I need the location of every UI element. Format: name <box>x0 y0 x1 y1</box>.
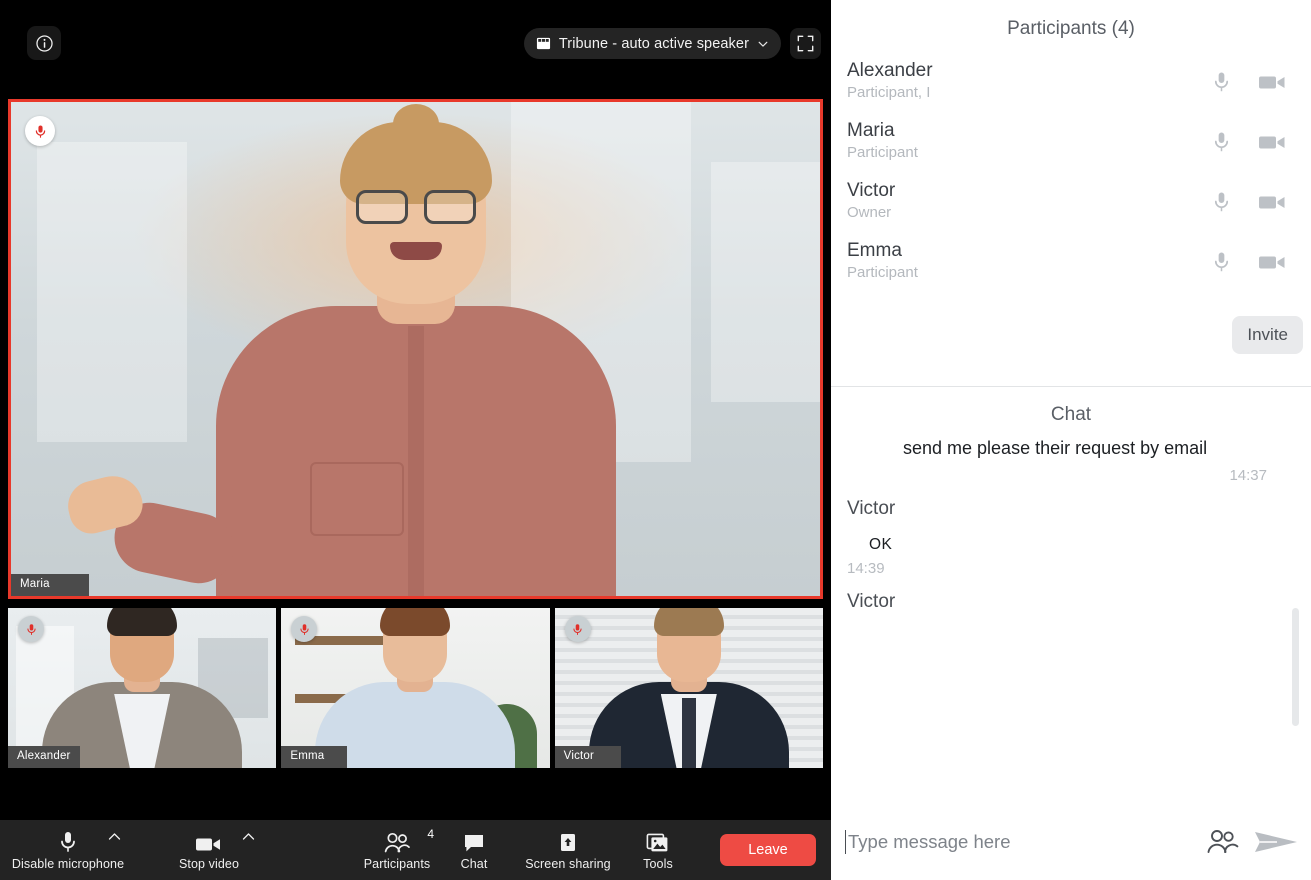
text-cursor <box>845 830 846 854</box>
microphone-label: Disable microphone <box>12 857 124 871</box>
microphone-icon[interactable] <box>1212 130 1231 154</box>
chat-message-list[interactable]: send me please their request by email 14… <box>831 436 1311 804</box>
microphone-muted-icon <box>25 623 38 636</box>
active-speaker-name-tag: Maria <box>11 574 89 597</box>
participant-name: Maria <box>847 120 1212 142</box>
video-stage: Tribune - auto active speaker <box>0 0 831 880</box>
chat-composer: Type message here <box>831 804 1311 880</box>
invite-button[interactable]: Invite <box>1232 316 1303 354</box>
chat-panel-title: Chat <box>831 387 1311 436</box>
chat-message-author: Victor <box>847 498 1275 520</box>
chat-panel: Chat send me please their request by ema… <box>831 387 1311 880</box>
message-input[interactable]: Type message here <box>848 831 1191 853</box>
toggle-video-button[interactable]: Stop video <box>168 820 250 880</box>
chat-label: Chat <box>461 857 488 871</box>
stage-top-bar: Tribune - auto active speaker <box>0 0 831 86</box>
tools-label: Tools <box>643 857 673 871</box>
microphone-icon[interactable] <box>1212 190 1231 214</box>
participant-row[interactable]: Alexander Participant, I <box>831 60 1311 120</box>
layout-selector-label: Tribune - auto active speaker <box>559 36 749 52</box>
microphone-muted-icon <box>298 623 311 636</box>
send-button[interactable] <box>1253 827 1299 857</box>
thumbnail-tile[interactable]: Victor <box>555 608 823 768</box>
fullscreen-icon <box>797 35 814 52</box>
chat-scrollbar[interactable] <box>1292 608 1299 726</box>
participant-row[interactable]: Victor Owner <box>831 180 1311 240</box>
participants-count-badge: 4 <box>427 828 434 840</box>
thumbnail-video <box>281 608 549 768</box>
microphone-icon <box>58 830 78 854</box>
thumbnail-name-tag: Alexander <box>8 746 80 769</box>
tools-images-icon <box>646 830 670 854</box>
participants-button[interactable]: Participants 4 <box>358 820 436 880</box>
participant-name: Alexander <box>847 60 1212 82</box>
invite-area: Invite <box>831 300 1311 386</box>
screen-share-icon <box>558 830 578 854</box>
thumbnail-name-tag: Victor <box>555 746 621 769</box>
video-label: Stop video <box>179 857 239 871</box>
chat-message-text: send me please their request by email <box>847 436 1275 461</box>
chat-message: Victor <box>847 591 1275 613</box>
thumbnail-mic-badge <box>18 616 44 642</box>
thumbnail-video <box>8 608 276 768</box>
video-camera-icon[interactable] <box>1257 252 1289 272</box>
chat-message: Victor OK 14:39 <box>847 498 1275 577</box>
leave-button[interactable]: Leave <box>720 834 816 866</box>
thumbnail-video <box>555 608 823 768</box>
participant-role: Participant <box>847 263 1212 283</box>
active-speaker-video <box>11 102 820 596</box>
video-camera-icon <box>194 830 224 854</box>
participant-role: Participant <box>847 143 1212 163</box>
participant-role: Participant, I <box>847 83 1212 103</box>
tools-button[interactable]: Tools <box>634 820 682 880</box>
participant-name: Emma <box>847 240 1212 262</box>
thumbnail-tile[interactable]: Emma <box>281 608 549 768</box>
microphone-icon[interactable] <box>1212 70 1231 94</box>
layout-grid-icon <box>536 36 551 51</box>
side-panel: Participants (4) Alexander Participant, … <box>831 0 1311 880</box>
chat-message: send me please their request by email 14… <box>847 436 1275 484</box>
video-conference-app: Tribune - auto active speaker <box>0 0 1311 880</box>
thumbnail-strip: Alexander <box>8 608 823 768</box>
participant-role: Owner <box>847 203 1212 223</box>
microphone-muted-icon <box>33 124 48 139</box>
chevron-up-icon[interactable] <box>108 832 121 841</box>
participant-name: Victor <box>847 180 1212 202</box>
chat-bubble-icon <box>463 830 485 854</box>
microphone-muted-icon <box>571 623 584 636</box>
video-camera-icon[interactable] <box>1257 72 1289 92</box>
thumbnail-name-tag: Emma <box>281 746 347 769</box>
thumbnail-mic-badge <box>565 616 591 642</box>
recipients-button[interactable] <box>1205 828 1239 856</box>
video-camera-icon[interactable] <box>1257 132 1289 152</box>
chat-message-time: 14:37 <box>847 467 1275 484</box>
thumbnail-tile[interactable]: Alexander <box>8 608 276 768</box>
fullscreen-button[interactable] <box>790 28 821 59</box>
participants-label: Participants <box>364 857 431 871</box>
info-icon <box>35 34 54 53</box>
chat-button[interactable]: Chat <box>452 820 496 880</box>
chat-message-text: OK <box>847 536 1275 554</box>
participants-panel-title: Participants (4) <box>831 0 1311 46</box>
participant-row[interactable]: Maria Participant <box>831 120 1311 180</box>
active-speaker-tile[interactable]: Maria <box>8 99 823 599</box>
screen-sharing-label: Screen sharing <box>525 857 610 871</box>
info-button[interactable] <box>27 26 61 60</box>
participant-row[interactable]: Emma Participant <box>831 240 1311 300</box>
screen-sharing-button[interactable]: Screen sharing <box>516 820 620 880</box>
chat-message-author: Victor <box>847 591 1275 613</box>
video-camera-icon[interactable] <box>1257 192 1289 212</box>
participants-list: Alexander Participant, I <box>831 46 1311 300</box>
participants-icon <box>383 830 411 854</box>
chevron-up-icon[interactable] <box>242 832 255 841</box>
active-speaker-person <box>186 166 646 596</box>
meeting-controls-bar: Disable microphone Stop video <box>0 820 831 880</box>
active-speaker-mic-badge <box>25 116 55 146</box>
layout-selector[interactable]: Tribune - auto active speaker <box>524 28 781 59</box>
chat-message-time: 14:39 <box>847 560 1275 577</box>
microphone-icon[interactable] <box>1212 250 1231 274</box>
chevron-down-icon <box>757 38 769 50</box>
toggle-microphone-button[interactable]: Disable microphone <box>18 820 118 880</box>
